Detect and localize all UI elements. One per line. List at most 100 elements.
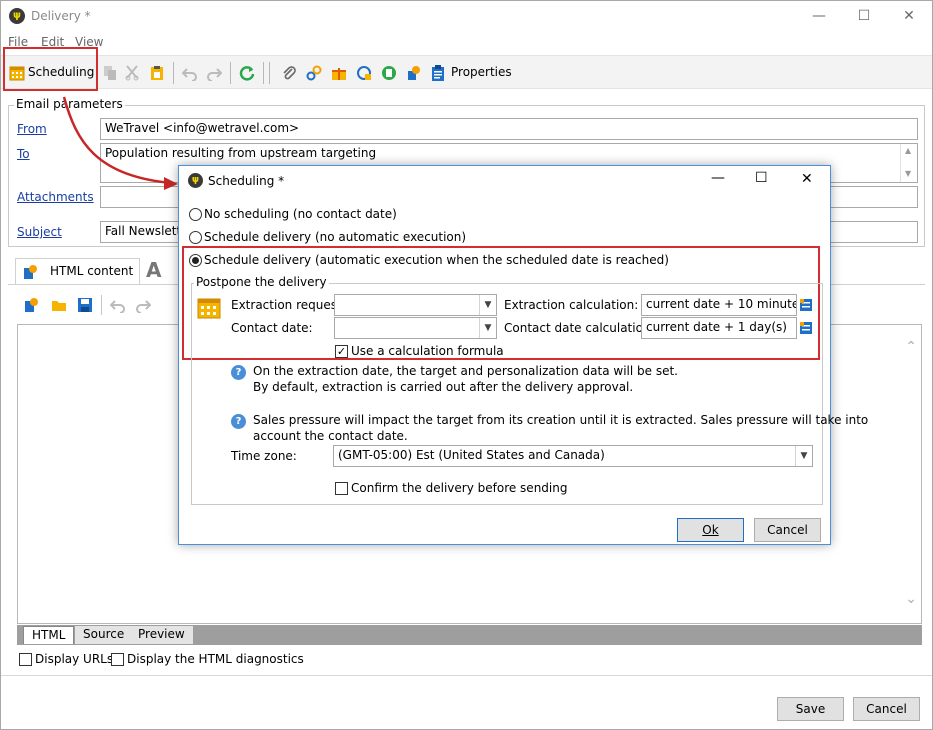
help-icon: ? [231,365,246,380]
editor-scroll-down-icon[interactable]: ⌄ [905,591,917,607]
tab-preview[interactable]: Preview [130,626,193,644]
help-icon: ? [231,414,246,429]
schedule-auto-label: Schedule delivery (automatic execution w… [204,253,669,267]
use-formula-checkbox[interactable]: ✓ [335,345,348,358]
redo-icon[interactable] [206,65,222,81]
no-scheduling-radio[interactable] [189,208,202,221]
edit-formula-icon[interactable] [800,299,812,311]
tab-html-content-label: HTML content [50,264,134,278]
editor-scroll-up-icon[interactable]: ⌃ [905,339,917,355]
app-logo-icon: ψ [9,8,25,24]
dialog-logo-icon: ψ [188,173,203,188]
new-doc-icon[interactable] [23,297,39,313]
tab-html-content[interactable]: HTML content [15,258,140,284]
schedule-manual-radio[interactable] [189,231,202,244]
window-title: Delivery * [31,9,91,23]
chevron-down-icon[interactable]: ▼ [479,295,496,315]
scheduling-dialog: ψ Scheduling * — ☐ ✕ No scheduling (no c… [178,165,868,545]
undo-icon[interactable] [182,65,198,81]
minimize-button[interactable]: — [801,5,837,27]
from-field[interactable]: WeTravel <info@wetravel.com> [100,118,918,140]
dialog-cancel-button[interactable]: Cancel [754,518,821,542]
info-pressure-line1: Sales pressure will impact the target fr… [253,413,869,427]
clipboard-icon [432,65,444,81]
extraction-request-label: Extraction request: [231,298,346,312]
link-icon[interactable] [306,65,322,81]
properties-button[interactable]: Properties [431,63,512,83]
dialog-title: Scheduling * [208,174,285,188]
info-pressure-line2: account the contact date. [253,429,408,443]
info-extraction-line1: On the extraction date, the target and p… [253,364,678,378]
copy-icon[interactable] [102,65,118,81]
editor-undo-icon[interactable] [110,297,126,313]
dialog-close-button[interactable]: ✕ [801,171,813,187]
info-extraction-line2: By default, extraction is carried out af… [253,380,634,394]
editor-mode-tabs: HTML Source Preview [17,625,922,645]
postpone-label: Postpone the delivery [194,275,329,289]
menu-bar: File Edit View [1,32,932,52]
editor-toolbar [15,291,180,319]
attachment-icon[interactable] [281,65,297,81]
toolbar: Scheduling Properties [1,55,932,89]
contact-calc-field[interactable]: current date + 1 day(s) [641,317,797,339]
tab-html[interactable]: HTML [23,626,75,644]
display-diagnostics-checkbox[interactable] [111,653,124,666]
dialog-ok-button[interactable]: Ok [677,518,744,542]
approval-icon[interactable] [356,65,372,81]
timezone-label: Time zone: [231,449,297,463]
save-button[interactable]: Save [777,697,844,721]
open-folder-icon[interactable] [51,297,67,313]
toolbar-separator [230,62,231,84]
maximize-button[interactable]: ☐ [846,5,882,27]
toolbar-separator [263,62,264,84]
footer-divider [1,675,932,676]
gift-icon[interactable] [331,65,347,81]
dialog-minimize-button[interactable]: — [711,170,725,186]
schedule-auto-radio[interactable] [189,254,202,267]
tab-text-content[interactable]: A [146,258,171,284]
cut-icon[interactable] [124,65,140,81]
display-diagnostics-label: Display the HTML diagnostics [127,652,304,666]
save-icon[interactable] [77,297,93,313]
to-scrollbar[interactable]: ▲ ▼ [900,144,917,182]
paste-icon[interactable] [149,65,165,81]
timezone-combo[interactable]: (GMT-05:00) Est (United States and Canad… [333,445,813,467]
cancel-button[interactable]: Cancel [853,697,920,721]
scroll-down-icon[interactable]: ▼ [905,169,911,178]
title-bar: ψ Delivery * — ☐ ✕ [1,1,932,32]
schedule-manual-label: Schedule delivery (no automatic executio… [204,230,467,244]
extraction-request-combo[interactable]: ▼ [334,294,497,316]
scheduling-highlight [3,47,98,91]
editor-separator [101,295,102,315]
toolbar-separator [173,62,174,84]
display-urls-label: Display URLs [35,652,114,666]
properties-label: Properties [451,65,512,79]
attachments-link[interactable]: Attachments [17,190,94,204]
confirm-delivery-checkbox[interactable] [335,482,348,495]
calculator-icon[interactable] [381,65,397,81]
editor-redo-icon[interactable] [135,297,151,313]
refresh-icon[interactable] [239,65,255,81]
tab-source[interactable]: Source [75,626,133,644]
annotation-arrow [62,96,178,190]
from-link[interactable]: From [17,122,47,136]
timezone-value: (GMT-05:00) Est (United States and Canad… [338,448,605,462]
extraction-calc-label: Extraction calculation: [504,298,639,312]
use-formula-label: Use a calculation formula [351,344,504,358]
dialog-maximize-button[interactable]: ☐ [755,170,768,186]
contact-date-combo[interactable]: ▼ [334,317,497,339]
no-scheduling-label: No scheduling (no contact date) [204,207,397,221]
chevron-down-icon[interactable]: ▼ [479,318,496,338]
close-button[interactable]: ✕ [891,5,927,27]
contact-date-label: Contact date: [231,321,313,335]
target-icon[interactable] [406,65,422,81]
subject-link[interactable]: Subject [17,225,62,239]
extraction-calc-field[interactable]: current date + 10 minute(s) [641,294,797,316]
postpone-calendar-icon [197,298,221,319]
scroll-up-icon[interactable]: ▲ [905,146,911,155]
to-link[interactable]: To [17,147,30,161]
display-urls-checkbox[interactable] [19,653,32,666]
dialog-title-bar: ψ Scheduling * — ☐ ✕ [179,166,830,196]
chevron-down-icon[interactable]: ▼ [795,446,812,466]
edit-formula-icon[interactable] [800,322,812,334]
